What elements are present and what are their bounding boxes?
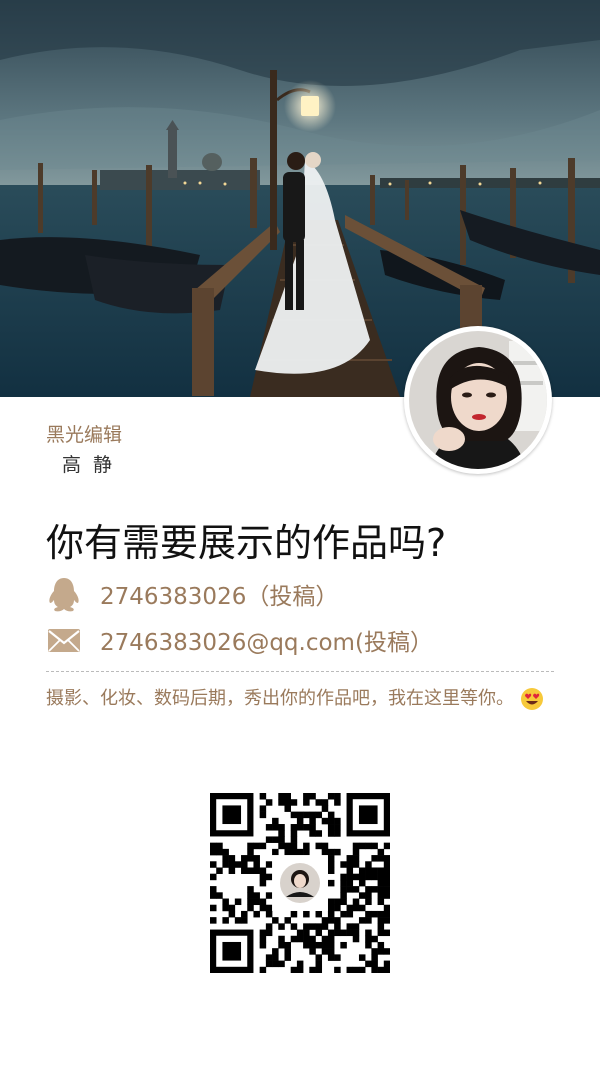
description: 摄影、化妆、数码后期，秀出你的作品吧，我在这里等你。	[46, 684, 556, 714]
brand-name: 黑光编辑	[46, 424, 123, 446]
qr-code-image	[210, 793, 391, 974]
avatar-portrait	[409, 331, 547, 469]
qq-contact-row: 2746383026（投稿）	[46, 574, 338, 614]
page-title: 你有需要展示的作品吗?	[46, 521, 447, 565]
email-contact-row: 2746383026@qq.com(投稿）	[46, 620, 433, 660]
divider	[46, 671, 554, 672]
qq-number[interactable]: 2746383026（投稿）	[100, 577, 338, 611]
email-address[interactable]: 2746383026@qq.com(投稿）	[100, 623, 433, 657]
qq-penguin-icon	[49, 578, 79, 612]
author-name: 高 静	[62, 454, 116, 476]
editor-avatar	[404, 326, 552, 474]
heart-eyes-emoji	[520, 688, 543, 710]
mail-envelope-icon	[48, 629, 80, 652]
wechat-qr-code[interactable]	[210, 793, 391, 974]
description-text: 摄影、化妆、数码后期，秀出你的作品吧，我在这里等你。	[46, 688, 514, 709]
